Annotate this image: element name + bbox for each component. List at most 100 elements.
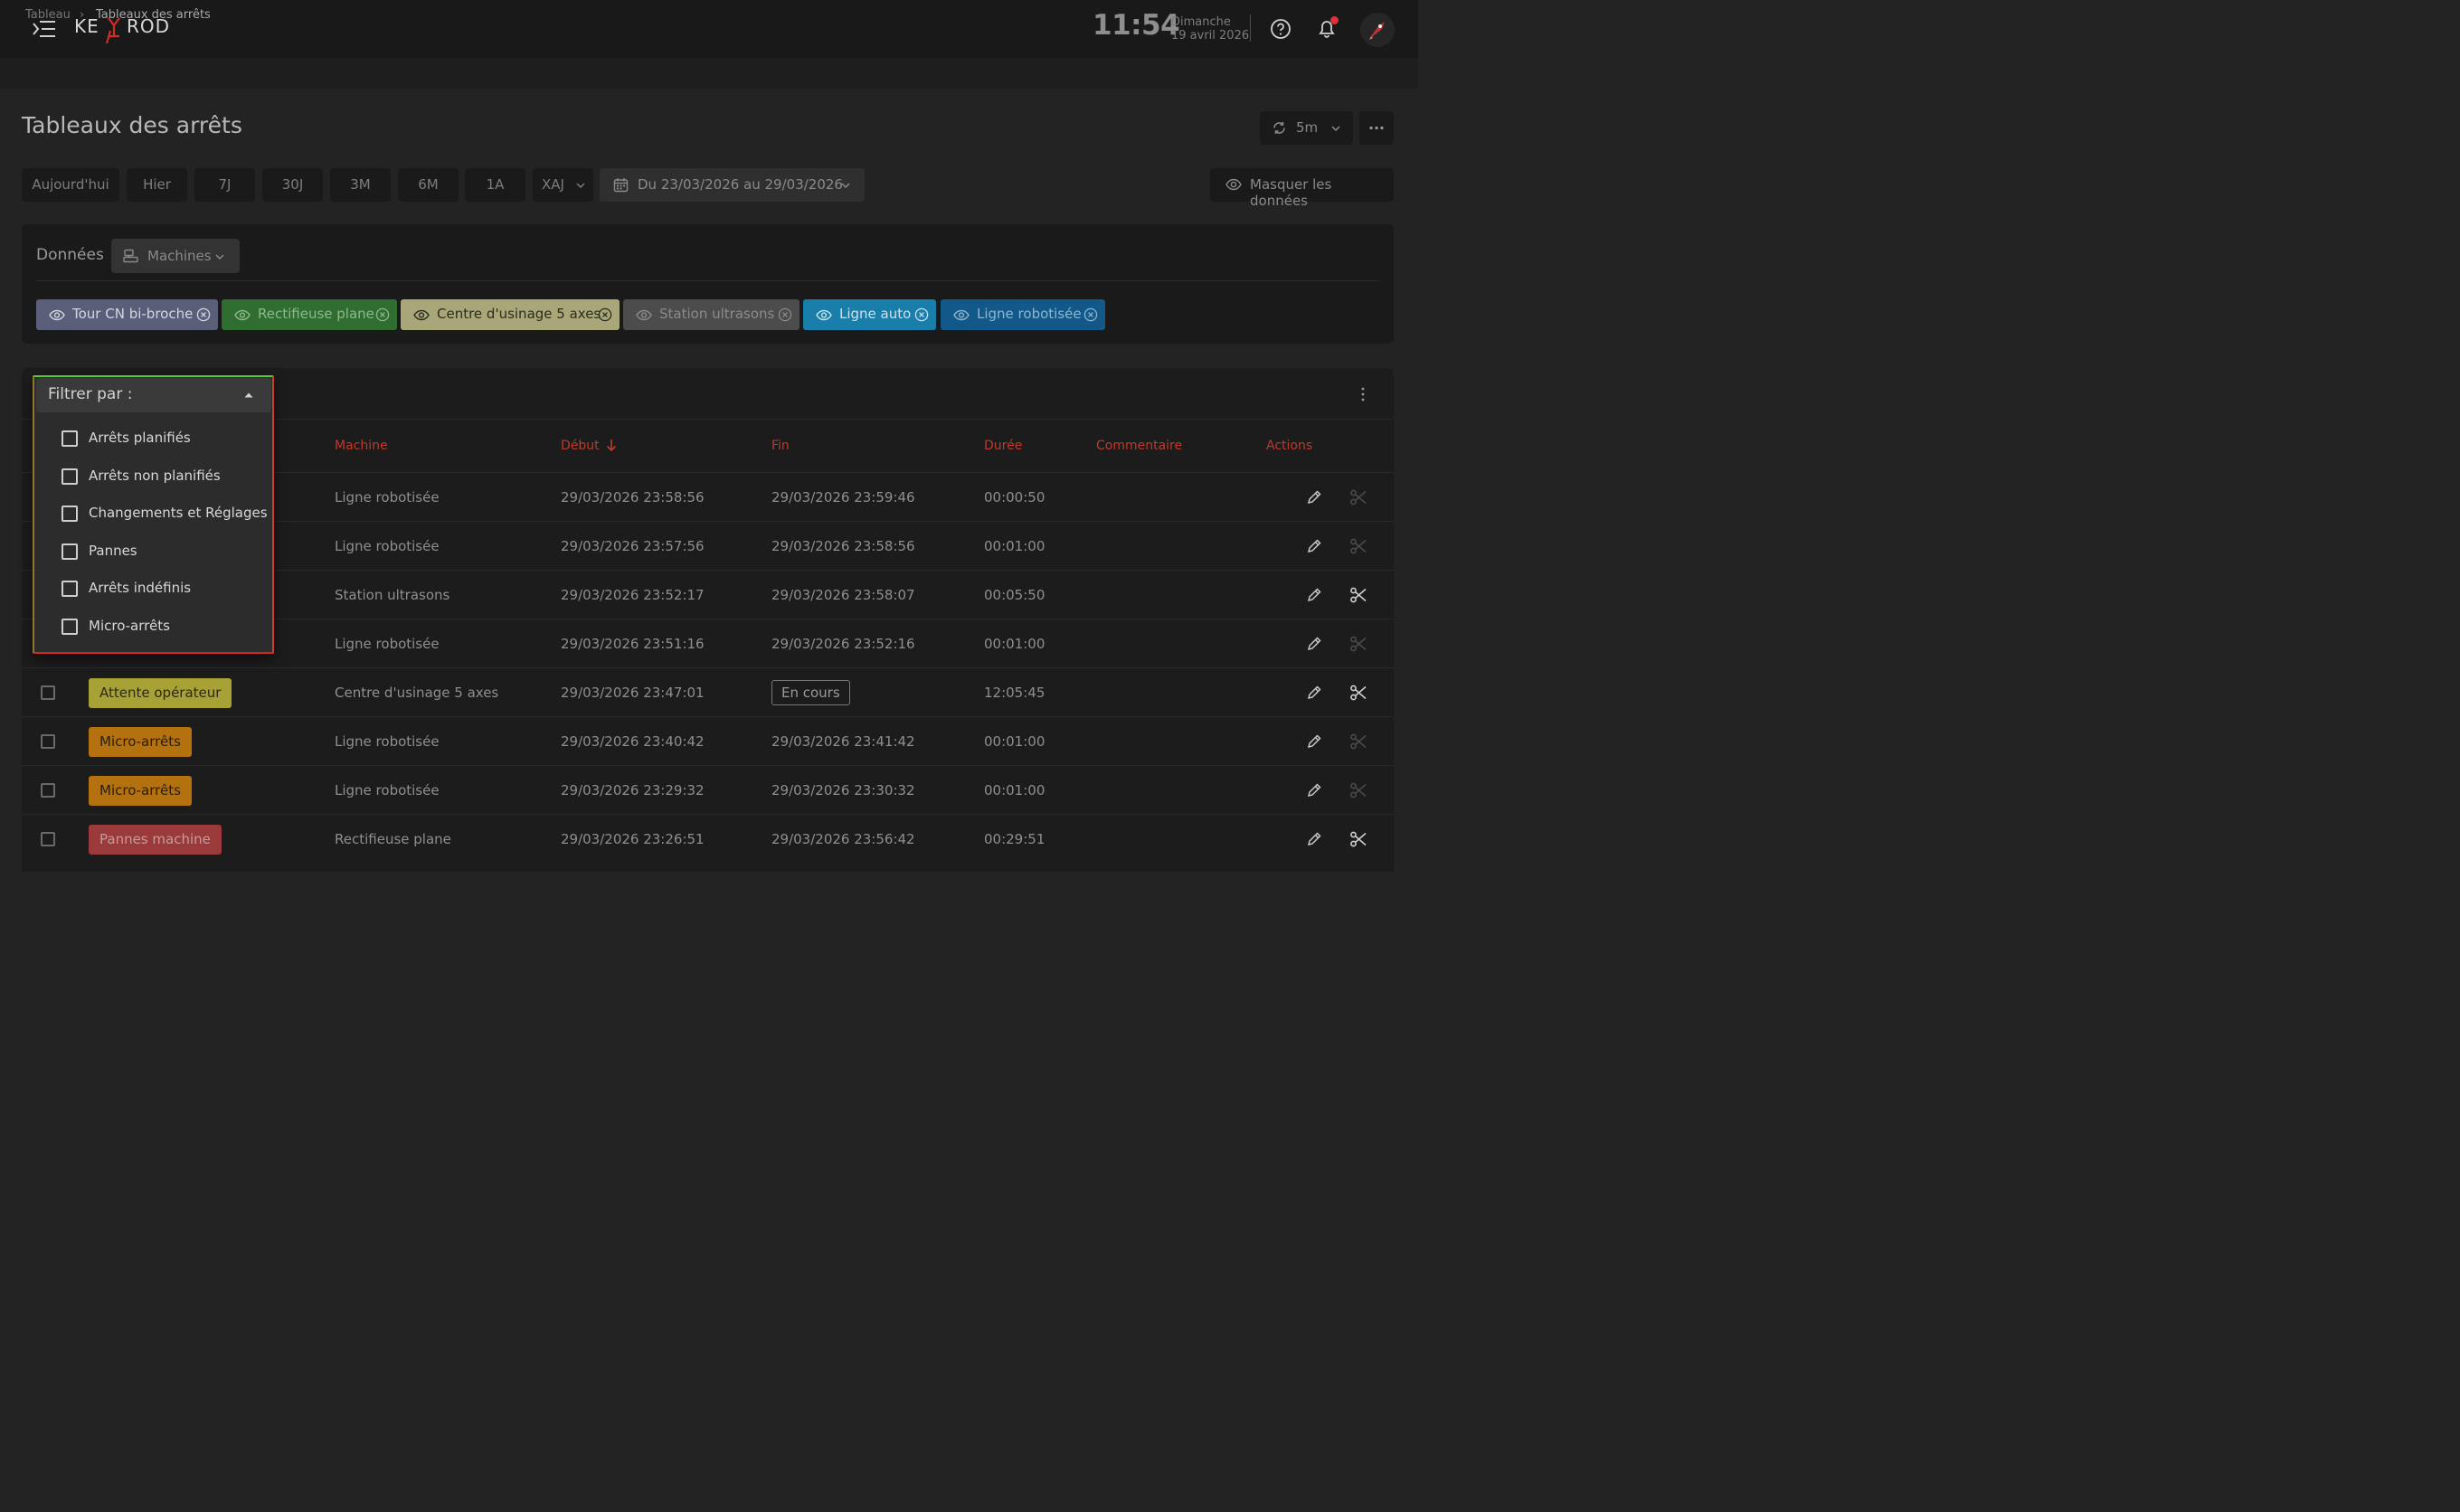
range-30d-button[interactable]: 30J: [262, 168, 323, 202]
range-custom-days-button[interactable]: XAJ: [533, 168, 593, 202]
filter-dropdown-toggle[interactable]: Filtrer par :: [36, 378, 271, 412]
edit-pencil-icon[interactable]: [1306, 685, 1322, 701]
stop-type-badge: Micro-arrêts: [89, 776, 192, 806]
range-today-button[interactable]: Aujourd'hui: [22, 168, 119, 202]
close-circle-icon[interactable]: [598, 307, 612, 322]
split-scissors-icon[interactable]: [1349, 684, 1367, 702]
end-cell: 29/03/2026 23:56:42: [771, 831, 915, 847]
eye-icon[interactable]: [49, 309, 65, 321]
notification-dot: [1330, 16, 1339, 24]
help-icon[interactable]: [1268, 16, 1293, 42]
column-header-start[interactable]: Début: [561, 439, 617, 453]
close-circle-icon[interactable]: [778, 307, 792, 322]
clock: 11:54: [1093, 9, 1180, 42]
filter-option-checkbox[interactable]: [62, 543, 78, 560]
edit-pencil-icon[interactable]: [1306, 733, 1322, 750]
breadcrumb-separator: ›: [80, 8, 85, 22]
chevron-down-icon: [575, 180, 586, 191]
filter-option-checkbox[interactable]: [62, 581, 78, 598]
edit-pencil-icon[interactable]: [1306, 489, 1322, 506]
machine-chip[interactable]: Tour CN bi-broche: [36, 299, 218, 330]
more-options-button[interactable]: [1359, 111, 1394, 145]
stop-type-badge: Attente opérateur: [89, 678, 232, 708]
edit-pencil-icon[interactable]: [1306, 587, 1322, 603]
edit-pencil-icon[interactable]: [1306, 782, 1322, 799]
close-circle-icon[interactable]: [196, 307, 211, 322]
table-row[interactable]: Attente opérateur Centre d'usinage 5 axes…: [22, 667, 1394, 716]
user-avatar[interactable]: [1360, 13, 1395, 47]
range-7d-button[interactable]: 7J: [194, 168, 255, 202]
machine-chip[interactable]: Centre d'usinage 5 axes: [401, 299, 620, 330]
machine-chip[interactable]: Rectifieuse plane: [222, 299, 397, 330]
duration-cell: 00:05:50: [984, 587, 1046, 603]
eye-icon[interactable]: [636, 309, 652, 321]
column-header-start-label: Début: [561, 439, 600, 453]
range-6m-button[interactable]: 6M: [398, 168, 459, 202]
page-title: Tableaux des arrêts: [22, 112, 242, 138]
stop-type-badge: Micro-arrêts: [89, 727, 192, 757]
row-checkbox[interactable]: [41, 734, 55, 749]
edit-pencil-icon[interactable]: [1306, 636, 1322, 652]
column-header-machine[interactable]: Machine: [335, 439, 388, 453]
edit-pencil-icon[interactable]: [1306, 831, 1322, 847]
stop-type-badge: Pannes machine: [89, 825, 222, 855]
duration-cell: 12:05:45: [984, 685, 1046, 701]
filter-option-checkbox[interactable]: [62, 619, 78, 635]
row-checkbox[interactable]: [41, 832, 55, 846]
start-cell: 29/03/2026 23:58:56: [561, 489, 705, 506]
end-cell: 29/03/2026 23:59:46: [771, 489, 915, 506]
column-header-duration[interactable]: Durée: [984, 439, 1022, 453]
data-type-select[interactable]: Machines: [111, 239, 240, 273]
header-divider: [1250, 14, 1251, 42]
duration-cell: 00:01:00: [984, 782, 1046, 799]
split-scissors-icon[interactable]: [1349, 537, 1367, 555]
close-circle-icon[interactable]: [375, 307, 390, 322]
data-label: Données: [36, 246, 104, 264]
edit-pencil-icon[interactable]: [1306, 538, 1322, 554]
table-row[interactable]: Micro-arrêts Ligne robotisée 29/03/2026 23…: [22, 716, 1394, 765]
hide-data-button[interactable]: Masquer les données: [1210, 168, 1394, 209]
end-cell: 29/03/2026 23:52:16: [771, 636, 915, 652]
range-yesterday-button[interactable]: Hier: [127, 168, 187, 202]
close-circle-icon[interactable]: [1083, 307, 1098, 322]
split-scissors-icon[interactable]: [1349, 781, 1367, 799]
table-row[interactable]: Pannes machine Rectifieuse plane 29/03/202…: [22, 814, 1394, 863]
machine-cell: Ligne robotisée: [335, 538, 440, 554]
eye-icon[interactable]: [234, 309, 251, 321]
range-1y-button[interactable]: 1A: [465, 168, 525, 202]
range-custom-label: XAJ: [542, 176, 564, 193]
table-options-icon[interactable]: [1354, 384, 1372, 404]
eye-icon[interactable]: [816, 309, 832, 321]
close-circle-icon[interactable]: [914, 307, 929, 322]
filter-option-checkbox[interactable]: [62, 468, 78, 485]
table-row[interactable]: Micro-arrêts Ligne robotisée 29/03/2026 23…: [22, 765, 1394, 814]
refresh-interval-button[interactable]: 5m: [1260, 111, 1353, 145]
duration-cell: 00:01:00: [984, 538, 1046, 554]
breadcrumb-root[interactable]: Tableau: [25, 8, 71, 22]
machine-cell: Station ultrasons: [335, 587, 450, 603]
filter-option-label: Pannes: [89, 542, 137, 559]
split-scissors-icon[interactable]: [1349, 635, 1367, 653]
filter-option-label: Arrêts non planifiés: [89, 467, 221, 484]
split-scissors-icon[interactable]: [1349, 732, 1367, 751]
split-scissors-icon[interactable]: [1349, 830, 1367, 848]
machine-chip-label: Ligne robotisée: [977, 306, 1082, 322]
machine-chip[interactable]: Ligne robotisée: [941, 299, 1105, 330]
date-range-value: Du 23/03/2026 au 29/03/2026: [638, 176, 843, 193]
start-cell: 29/03/2026 23:51:16: [561, 636, 705, 652]
eye-icon[interactable]: [413, 309, 430, 321]
row-checkbox[interactable]: [41, 783, 55, 798]
range-3m-button[interactable]: 3M: [330, 168, 391, 202]
machine-chip[interactable]: Ligne auto: [803, 299, 936, 330]
split-scissors-icon[interactable]: [1349, 488, 1367, 506]
filter-option-checkbox[interactable]: [62, 506, 78, 523]
date-range-picker[interactable]: Du 23/03/2026 au 29/03/2026: [600, 168, 865, 202]
chevron-down-icon: [1330, 123, 1341, 134]
filter-option-checkbox[interactable]: [62, 430, 78, 447]
split-scissors-icon[interactable]: [1349, 586, 1367, 604]
column-header-comment[interactable]: Commentaire: [1096, 439, 1182, 453]
column-header-end[interactable]: Fin: [771, 439, 790, 453]
eye-icon[interactable]: [953, 309, 970, 321]
machine-chip[interactable]: Station ultrasons: [623, 299, 800, 330]
row-checkbox[interactable]: [41, 685, 55, 700]
